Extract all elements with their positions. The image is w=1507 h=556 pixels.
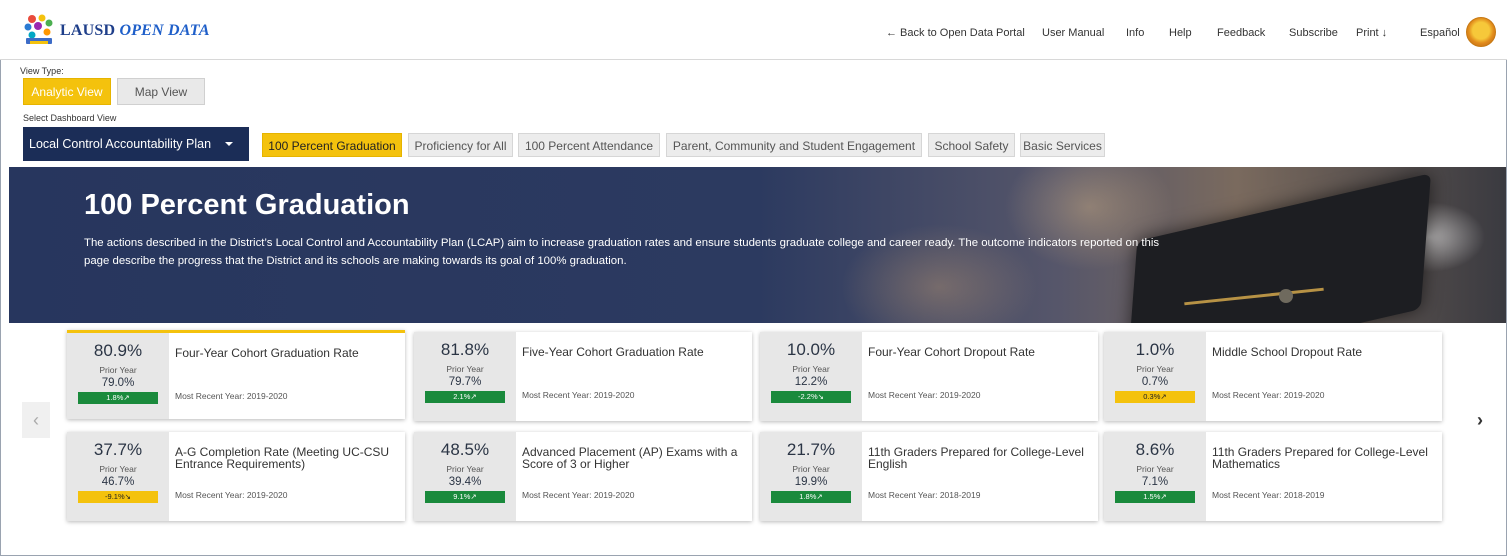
card-year: Most Recent Year: 2018-2019 bbox=[868, 490, 981, 500]
card-year: Most Recent Year: 2019-2020 bbox=[868, 390, 981, 400]
card-prior-value: 79.0% bbox=[101, 377, 135, 389]
help-link[interactable]: Help bbox=[1169, 27, 1192, 39]
card-prior-label: Prior Year bbox=[446, 464, 484, 474]
card-year: Most Recent Year: 2019-2020 bbox=[522, 390, 635, 400]
card-title: 11th Graders Prepared for College-Level … bbox=[868, 445, 1084, 471]
info-link[interactable]: Info bbox=[1126, 27, 1144, 39]
card-prior-label: Prior Year bbox=[1136, 364, 1174, 374]
page-title: 100 Percent Graduation bbox=[84, 189, 410, 221]
indicator-card[interactable]: 8.6% Prior Year 7.1% 1.5%↗ 11th Graders … bbox=[1104, 432, 1442, 521]
card-value: 81.8% bbox=[440, 340, 490, 359]
card-prior-value: 46.7% bbox=[101, 476, 135, 488]
card-metric-panel: 80.9% Prior Year 79.0% 1.8%↗ bbox=[67, 333, 169, 419]
card-metric-panel: 21.7% Prior Year 19.9% 1.8%↗ bbox=[760, 432, 862, 521]
indicator-card[interactable]: 37.7% Prior Year 46.7% -9.1%↘ A-G Comple… bbox=[67, 432, 405, 521]
dashboard-select-label: Select Dashboard View bbox=[23, 113, 117, 123]
tab-parent-community-engagement[interactable]: Parent, Community and Student Engagement bbox=[666, 133, 922, 157]
user-manual-link[interactable]: User Manual bbox=[1042, 27, 1104, 39]
analytic-view-button[interactable]: Analytic View bbox=[23, 78, 111, 105]
print-link[interactable]: Print ↓ bbox=[1356, 27, 1387, 39]
card-change-badge: 1.8%↗ bbox=[771, 491, 851, 503]
card-value: 1.0% bbox=[1135, 340, 1175, 359]
indicator-card[interactable]: 48.5% Prior Year 39.4% 9.1%↗ Advanced Pl… bbox=[414, 432, 752, 521]
card-year: Most Recent Year: 2019-2020 bbox=[175, 391, 288, 401]
indicator-card[interactable]: 80.9% Prior Year 79.0% 1.8%↗ Four-Year C… bbox=[67, 330, 405, 419]
tassel-knot-decoration bbox=[1279, 289, 1293, 303]
card-title: 11th Graders Prepared for College-Level … bbox=[1212, 445, 1428, 471]
card-prior-label: Prior Year bbox=[99, 365, 137, 375]
lausd-logo-icon[interactable] bbox=[22, 13, 56, 47]
card-prior-value: 7.1% bbox=[1141, 476, 1169, 488]
map-view-button[interactable]: Map View bbox=[117, 78, 205, 105]
brand-main: LAUSD bbox=[60, 22, 116, 39]
tab-basic-services[interactable]: Basic Services bbox=[1020, 133, 1105, 157]
card-metric-panel: 8.6% Prior Year 7.1% 1.5%↗ bbox=[1104, 432, 1206, 521]
card-year: Most Recent Year: 2018-2019 bbox=[1212, 490, 1325, 500]
carousel-prev-button[interactable]: ‹ bbox=[22, 402, 50, 438]
card-change-badge: 1.5%↗ bbox=[1115, 491, 1195, 503]
tab-school-safety[interactable]: School Safety bbox=[928, 133, 1015, 157]
card-metric-panel: 48.5% Prior Year 39.4% 9.1%↗ bbox=[414, 432, 516, 521]
card-change-badge: -2.2%↘ bbox=[771, 391, 851, 403]
feedback-link[interactable]: Feedback bbox=[1217, 27, 1265, 39]
subscribe-link[interactable]: Subscribe bbox=[1289, 27, 1338, 39]
card-prior-value: 79.7% bbox=[448, 376, 482, 388]
card-prior-value: 0.7% bbox=[1141, 376, 1169, 388]
carousel-next-button[interactable]: › bbox=[1466, 402, 1494, 438]
card-prior-label: Prior Year bbox=[1136, 464, 1174, 474]
card-value: 21.7% bbox=[786, 440, 836, 459]
chevron-down-icon bbox=[225, 142, 233, 146]
back-to-portal-link[interactable]: ← Back to Open Data Portal bbox=[886, 27, 1025, 39]
brand-italic: OPEN DATA bbox=[119, 22, 210, 39]
card-value: 10.0% bbox=[786, 340, 836, 359]
card-year: Most Recent Year: 2019-2020 bbox=[175, 490, 288, 500]
card-change-badge: 2.1%↗ bbox=[425, 391, 505, 403]
tab-100-percent-attendance[interactable]: 100 Percent Attendance bbox=[518, 133, 660, 157]
indicator-card[interactable]: 10.0% Prior Year 12.2% -2.2%↘ Four-Year … bbox=[760, 332, 1098, 421]
card-year: Most Recent Year: 2019-2020 bbox=[1212, 390, 1325, 400]
card-value: 8.6% bbox=[1135, 440, 1175, 459]
espanol-link[interactable]: Español bbox=[1420, 27, 1460, 39]
card-prior-label: Prior Year bbox=[792, 364, 830, 374]
card-prior-label: Prior Year bbox=[99, 464, 137, 474]
view-type-label: View Type: bbox=[20, 66, 64, 76]
card-change-badge: 0.3%↗ bbox=[1115, 391, 1195, 403]
card-change-badge: 1.8%↗ bbox=[78, 392, 158, 404]
indicator-card[interactable]: 81.8% Prior Year 79.7% 2.1%↗ Five-Year C… bbox=[414, 332, 752, 421]
dashboard-select[interactable]: Local Control Accountability Plan bbox=[23, 127, 249, 161]
hero-banner: 100 Percent Graduation The actions descr… bbox=[9, 167, 1506, 323]
card-title: Advanced Placement (AP) Exams with a Sco… bbox=[522, 445, 738, 471]
card-prior-label: Prior Year bbox=[792, 464, 830, 474]
page-description: The actions described in the District’s … bbox=[84, 237, 1160, 267]
card-change-badge: -9.1%↘ bbox=[78, 491, 158, 503]
brand-title[interactable]: LAUSD OPEN DATA bbox=[60, 22, 210, 40]
card-metric-panel: 10.0% Prior Year 12.2% -2.2%↘ bbox=[760, 332, 862, 421]
card-value: 37.7% bbox=[93, 440, 143, 459]
top-bar: LAUSD OPEN DATA ← Back to Open Data Port… bbox=[0, 0, 1507, 60]
card-year: Most Recent Year: 2019-2020 bbox=[522, 490, 635, 500]
card-title: Four-Year Cohort Graduation Rate bbox=[175, 346, 359, 360]
card-prior-value: 12.2% bbox=[794, 376, 828, 388]
card-title: Four-Year Cohort Dropout Rate bbox=[868, 345, 1035, 359]
tab-proficiency-for-all[interactable]: Proficiency for All bbox=[408, 133, 513, 157]
card-title: Five-Year Cohort Graduation Rate bbox=[522, 345, 704, 359]
card-value: 48.5% bbox=[440, 440, 490, 459]
card-title: A-G Completion Rate (Meeting UC-CSU Entr… bbox=[175, 445, 390, 471]
card-title: Middle School Dropout Rate bbox=[1212, 345, 1363, 359]
dashboard-select-value: Local Control Accountability Plan bbox=[29, 137, 212, 151]
card-prior-value: 19.9% bbox=[794, 476, 828, 488]
graduation-cap-image bbox=[1127, 173, 1431, 323]
user-avatar[interactable] bbox=[1466, 17, 1496, 47]
indicator-card[interactable]: 1.0% Prior Year 0.7% 0.3%↗ Middle School… bbox=[1104, 332, 1442, 421]
card-metric-panel: 1.0% Prior Year 0.7% 0.3%↗ bbox=[1104, 332, 1206, 421]
card-metric-panel: 37.7% Prior Year 46.7% -9.1%↘ bbox=[67, 432, 169, 521]
card-change-badge: 9.1%↗ bbox=[425, 491, 505, 503]
indicator-card[interactable]: 21.7% Prior Year 19.9% 1.8%↗ 11th Grader… bbox=[760, 432, 1098, 521]
card-prior-value: 39.4% bbox=[448, 476, 482, 488]
card-metric-panel: 81.8% Prior Year 79.7% 2.1%↗ bbox=[414, 332, 516, 421]
card-prior-label: Prior Year bbox=[446, 364, 484, 374]
tab-100-percent-graduation[interactable]: 100 Percent Graduation bbox=[262, 133, 402, 157]
card-value: 80.9% bbox=[93, 341, 143, 360]
